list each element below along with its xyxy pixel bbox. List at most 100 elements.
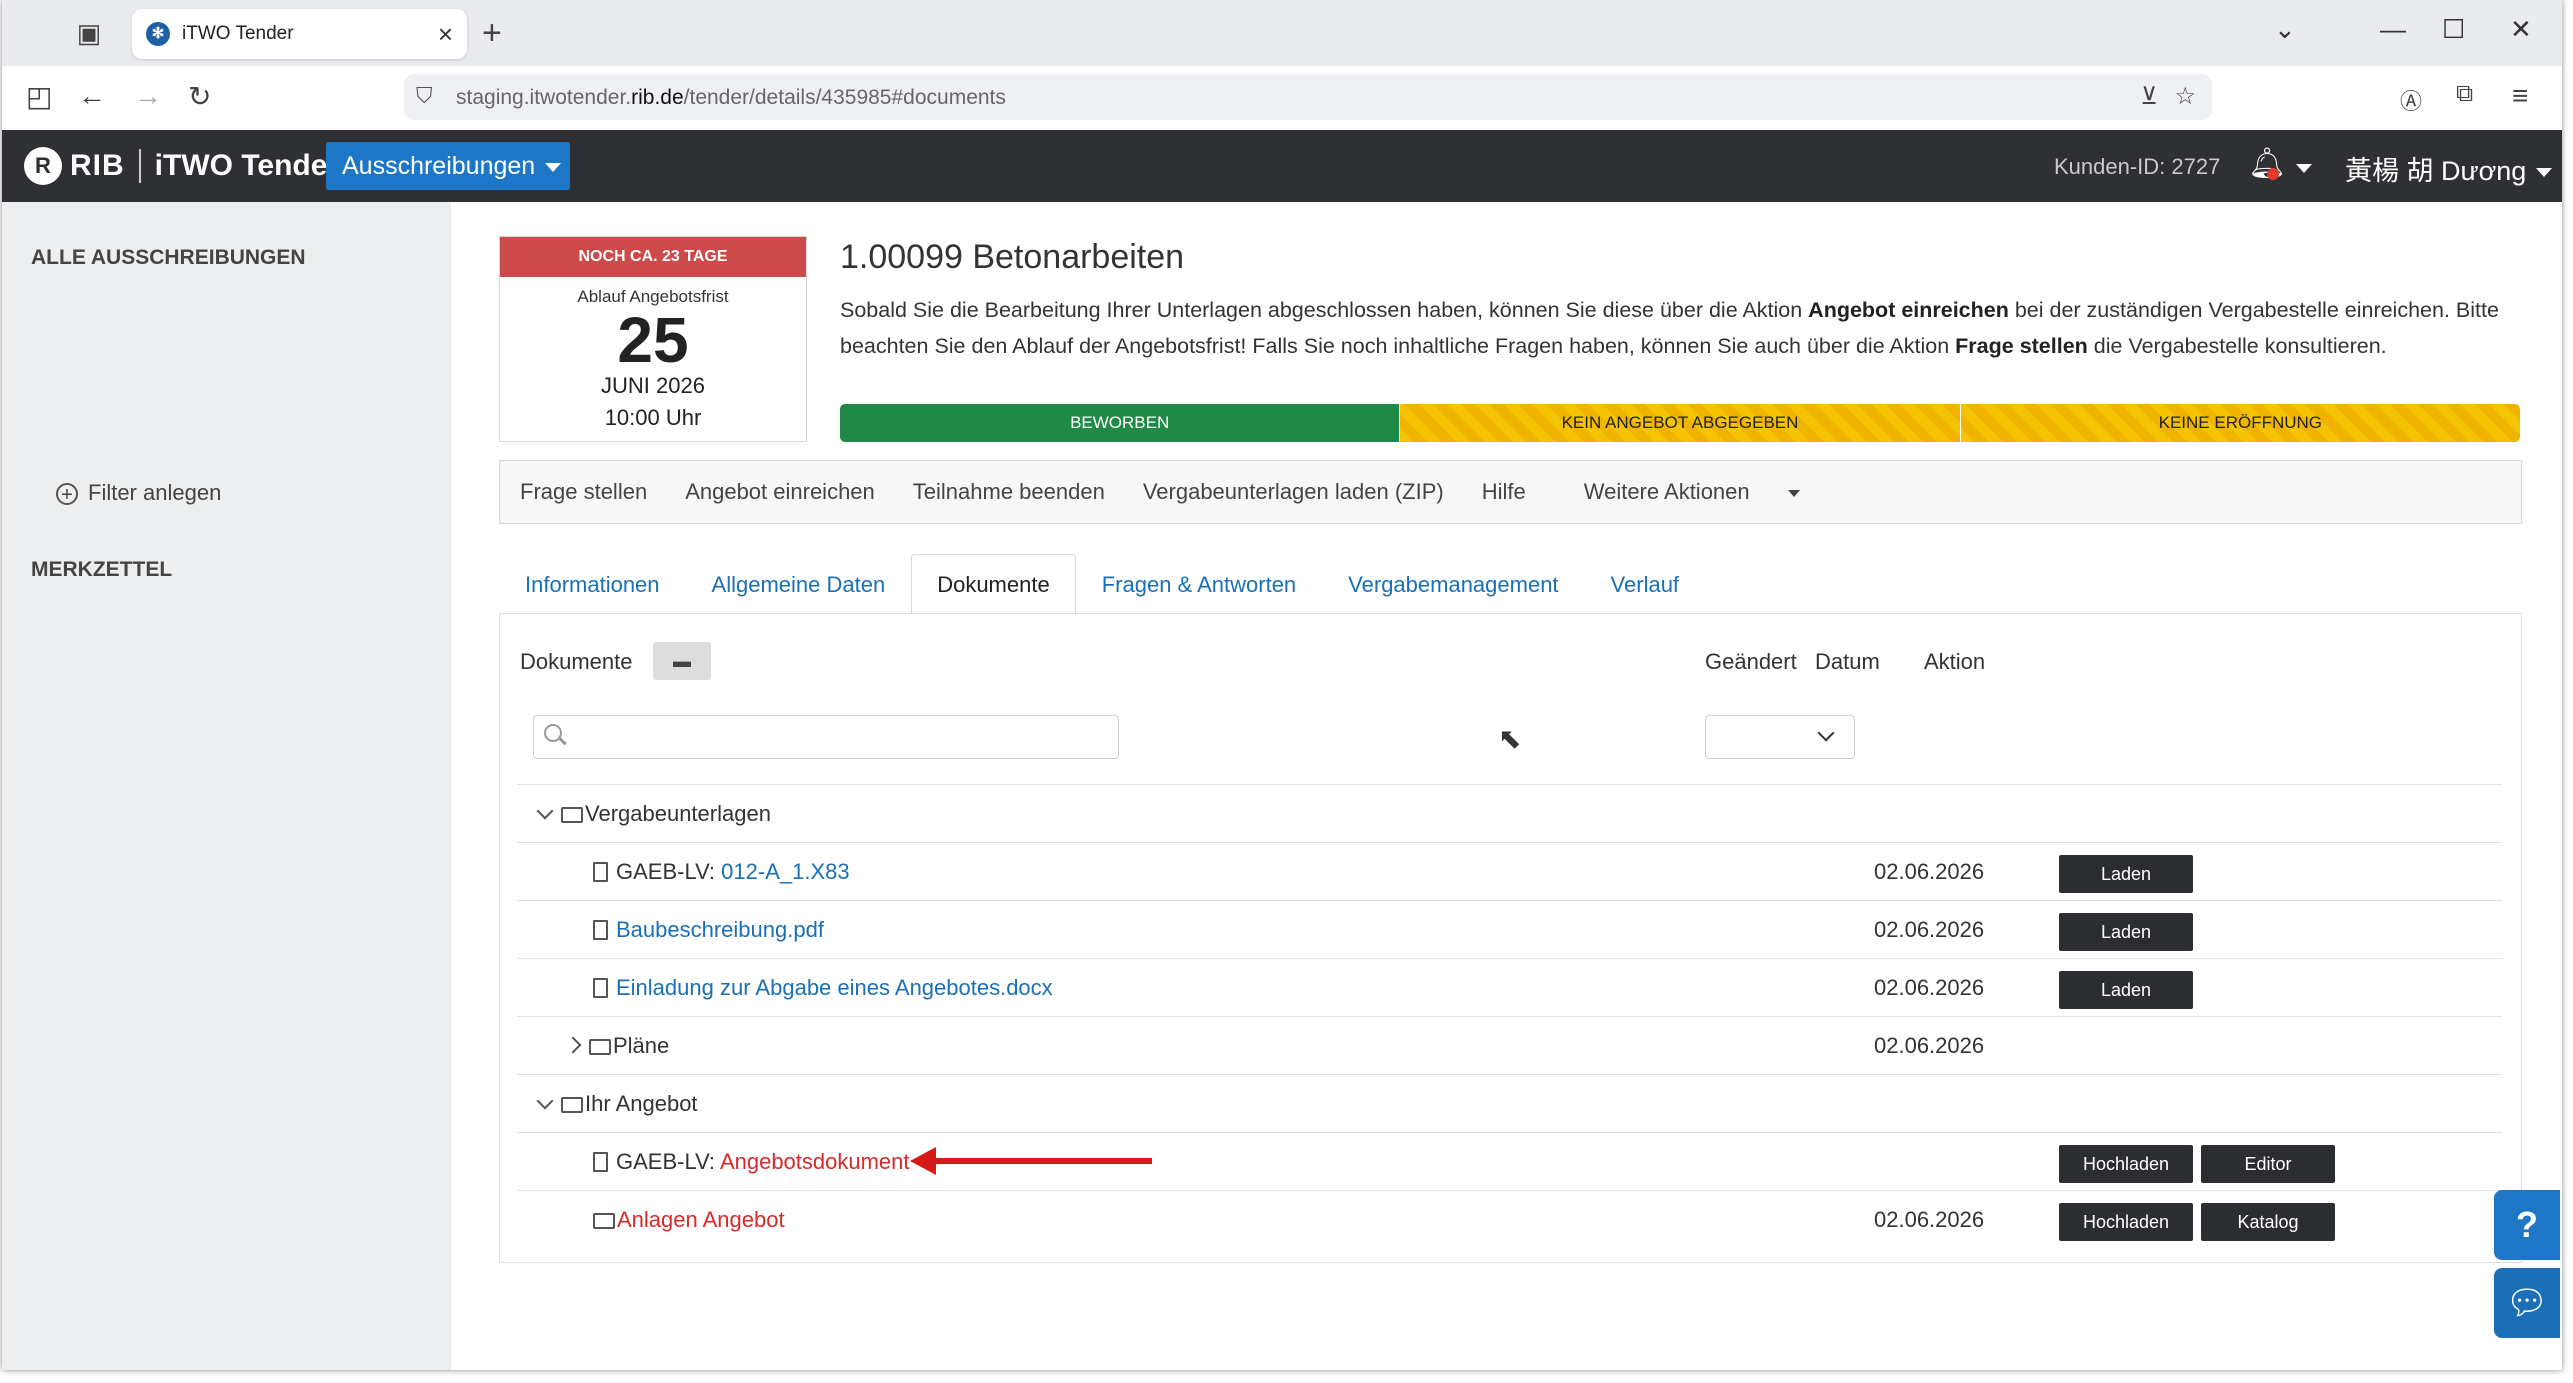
- help-question-icon[interactable]: ?: [2494, 1190, 2560, 1260]
- url-text: staging.itwotender.rib.de/tender/details…: [456, 86, 1006, 109]
- table-row[interactable]: Ihr Angebot: [517, 1074, 2502, 1133]
- file-icon: [593, 978, 608, 998]
- table-row: Anlagen Angebot 02.06.2026 Hochladen Kat…: [517, 1190, 2502, 1249]
- browser-toolbar: ◰ ← → ↻ ⛉ staging.itwotender.rib.de/tend…: [2, 66, 2562, 130]
- row-name[interactable]: Ihr Angebot: [536, 1091, 698, 1117]
- table-row[interactable]: Vergabeunterlagen: [517, 784, 2502, 843]
- address-bar[interactable]: ⛉ staging.itwotender.rib.de/tender/detai…: [404, 74, 2212, 120]
- tender-description: Sobald Sie die Bearbeitung Ihrer Unterla…: [840, 298, 2499, 358]
- gaeb-file-icon: [593, 862, 608, 882]
- menu-icon[interactable]: ≡: [2512, 80, 2528, 112]
- offer-document-link[interactable]: Angebotsdokument: [720, 1149, 910, 1174]
- documents-search-input[interactable]: [533, 715, 1119, 759]
- sidebar-toggle-icon[interactable]: ◰: [26, 80, 52, 113]
- logo-product-text: iTWO Tender: [154, 149, 340, 182]
- laden-button[interactable]: Laden: [2059, 971, 2193, 1009]
- tab-dokumente[interactable]: Dokumente: [911, 554, 1076, 614]
- tab-vergabemanagement[interactable]: Vergabemanagement: [1322, 554, 1584, 614]
- tab-informationen[interactable]: Informationen: [499, 554, 686, 614]
- folder-open-button[interactable]: ▬: [653, 642, 711, 680]
- file-icon: [593, 920, 608, 940]
- table-row: GAEB-LV: 012-A_1.X83 02.06.2026 Laden: [517, 842, 2502, 901]
- bookmark-star-icon[interactable]: ☆: [2174, 82, 2196, 111]
- tab-allgemeine-daten[interactable]: Allgemeine Daten: [686, 554, 912, 614]
- table-row[interactable]: Pläne 02.06.2026: [517, 1016, 2502, 1075]
- laden-button[interactable]: Laden: [2059, 913, 2193, 951]
- hochladen-button[interactable]: Hochladen: [2059, 1145, 2193, 1183]
- hochladen-button[interactable]: Hochladen: [2059, 1203, 2193, 1241]
- browser-window: ▣ ✻ iTWO Tender × + ⌄ — ☐ ✕ ◰ ← → ↻ ⛉ st…: [2, 0, 2562, 1370]
- table-row: GAEB-LV: Angebotsdokument Hochladen Edit…: [517, 1132, 2502, 1191]
- chevron-right-icon[interactable]: [564, 1036, 582, 1054]
- deadline-day: 25: [617, 304, 689, 376]
- rib-itwo-logo[interactable]: R RIB iTWO Tender: [24, 147, 339, 185]
- status-progress: BEWORBEN KEIN ANGEBOT ABGEGEBEN KEINE ER…: [840, 404, 2520, 442]
- new-tab-icon[interactable]: +: [482, 14, 502, 53]
- deadline-month-year: JUNI 2026: [601, 373, 705, 398]
- gaeb-file-icon: [593, 1152, 608, 1172]
- ask-question-action[interactable]: Frage stellen: [520, 479, 647, 505]
- deadline-time: 10:00 Uhr: [604, 405, 702, 430]
- close-window-icon[interactable]: ✕: [2510, 14, 2532, 45]
- add-filter-label: Filter anlegen: [88, 480, 222, 505]
- folder-icon: [593, 1213, 615, 1229]
- table-row: Baubeschreibung.pdf 02.06.2026 Laden: [517, 900, 2502, 959]
- row-date: 02.06.2026: [1874, 1033, 1985, 1058]
- tab-actions-icon[interactable]: ▣: [74, 18, 104, 48]
- katalog-button[interactable]: Katalog: [2201, 1203, 2335, 1241]
- back-icon[interactable]: ←: [78, 80, 106, 112]
- changed-filter-select[interactable]: [1705, 715, 1855, 759]
- chevron-down-icon[interactable]: [536, 1092, 554, 1110]
- tab-verlauf[interactable]: Verlauf: [1585, 554, 1706, 614]
- add-filter-link[interactable]: + Filter anlegen: [56, 480, 221, 506]
- sidebar-all-tenders[interactable]: ALLE AUSSCHREIBUNGEN: [31, 246, 306, 270]
- rib-logo-icon: R: [24, 147, 62, 185]
- extensions-icon[interactable]: ⧉: [2456, 80, 2473, 108]
- submit-offer-action[interactable]: Angebot einreichen: [685, 479, 875, 505]
- notification-caret-icon[interactable]: [2296, 160, 2312, 178]
- more-actions-dropdown[interactable]: Weitere Aktionen: [1564, 479, 1818, 505]
- status-step-keine-eroeffnung: KEINE ERÖFFNUNG: [1959, 404, 2520, 442]
- browser-tab-title: iTWO Tender: [182, 23, 294, 44]
- user-menu[interactable]: 黃楊 胡 Dương: [2345, 149, 2553, 188]
- col-date-header: Datum: [1815, 649, 1880, 674]
- folder-icon: [589, 1039, 611, 1055]
- reload-icon[interactable]: ↻: [188, 80, 211, 113]
- row-name[interactable]: Pläne: [564, 1033, 669, 1059]
- minimize-icon[interactable]: —: [2380, 14, 2406, 45]
- maximize-icon[interactable]: ☐: [2442, 14, 2465, 45]
- sidebar-watchlist[interactable]: MERKZETTEL: [31, 558, 172, 582]
- chevron-down-icon[interactable]: [536, 802, 554, 820]
- notification-dot: [2267, 168, 2279, 180]
- logo-separator: [138, 149, 141, 183]
- deadline-badge: NOCH CA. 23 TAGE: [500, 237, 806, 277]
- page-title: 1.00099 Betonarbeiten: [840, 238, 1185, 276]
- profile-icon[interactable]: Ⓐ: [2400, 84, 2422, 116]
- chat-icon[interactable]: 💬︎: [2494, 1268, 2560, 1338]
- caret-down-icon: [545, 162, 562, 172]
- action-bar: Frage stellen Angebot einreichen Teilnah…: [499, 460, 2522, 524]
- document-link[interactable]: Baubeschreibung.pdf: [616, 917, 824, 942]
- status-step-beworben: BEWORBEN: [840, 404, 1400, 442]
- forward-icon[interactable]: →: [134, 80, 162, 112]
- row-name[interactable]: Vergabeunterlagen: [536, 801, 771, 827]
- install-app-icon[interactable]: ⊻: [2140, 82, 2158, 111]
- browser-tab[interactable]: ✻ iTWO Tender ×: [132, 9, 467, 59]
- laden-button[interactable]: Laden: [2059, 855, 2193, 893]
- editor-button[interactable]: Editor: [2201, 1145, 2335, 1183]
- tab-fragen-antworten[interactable]: Fragen & Antworten: [1076, 554, 1322, 614]
- site-info-icon[interactable]: ⛉: [416, 83, 433, 109]
- help-action[interactable]: Hilfe: [1482, 479, 1526, 505]
- ausschreibungen-menu-button[interactable]: Ausschreibungen: [326, 142, 570, 190]
- document-link[interactable]: 012-A_1.X83: [721, 859, 849, 884]
- row-name[interactable]: Anlagen Angebot: [593, 1207, 785, 1233]
- end-participation-action[interactable]: Teilnahme beenden: [913, 479, 1105, 505]
- detail-tabs: Informationen Allgemeine Daten Dokumente…: [499, 554, 1705, 614]
- document-link[interactable]: Einladung zur Abgabe eines Angebotes.doc…: [616, 975, 1053, 1000]
- more-actions-caret-icon: [1787, 489, 1800, 497]
- close-tab-icon[interactable]: ×: [438, 19, 453, 50]
- download-zip-action[interactable]: Vergabeunterlagen laden (ZIP): [1143, 479, 1444, 505]
- tab-list-chevron-icon[interactable]: ⌄: [2274, 14, 2296, 45]
- browser-tab-strip: ▣ ✻ iTWO Tender × + ⌄ — ☐ ✕: [2, 0, 2562, 66]
- itwo-favicon-icon: ✻: [146, 22, 170, 46]
